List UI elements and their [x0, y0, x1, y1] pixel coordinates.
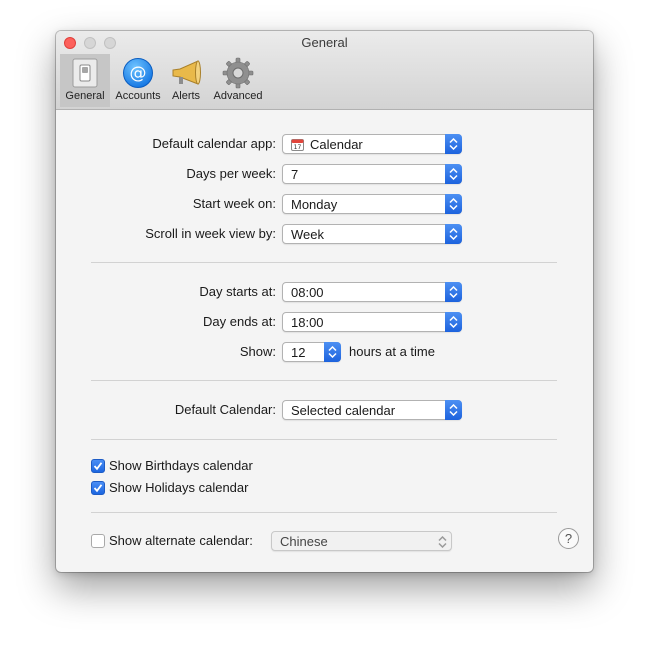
popup-stepper: [445, 282, 462, 302]
separator: [91, 380, 557, 381]
separator: [91, 439, 557, 440]
show-holidays-checkbox[interactable]: Show Holidays calendar: [91, 479, 291, 497]
alerts-megaphone-icon: [172, 60, 201, 85]
popup-stepper: [445, 194, 462, 214]
tab-alerts[interactable]: Alerts: [166, 54, 206, 107]
scroll-week-popup[interactable]: Week: [282, 224, 462, 244]
tab-alerts-label: Alerts: [171, 90, 201, 102]
checkmark-icon: [93, 462, 103, 471]
separator: [91, 512, 557, 513]
day-starts-popup[interactable]: 08:00: [282, 282, 462, 302]
tab-advanced[interactable]: Advanced: [209, 54, 267, 107]
separator: [91, 262, 557, 263]
day-starts-value: 08:00: [291, 285, 324, 300]
svg-text:@: @: [130, 64, 147, 84]
show-alternate-label: Show alternate calendar:: [109, 533, 253, 548]
start-week-label: Start week on:: [192, 196, 276, 211]
popup-stepper: [445, 164, 462, 184]
preferences-window: General General @ Accounts Alerts Advanc…: [56, 31, 593, 572]
toolbar: General General @ Accounts Alerts Advanc…: [56, 31, 593, 110]
days-per-week-popup[interactable]: 7: [282, 164, 462, 184]
up-down-arrows-icon: [449, 198, 458, 210]
checkmark-icon: [93, 484, 103, 493]
tab-advanced-label: Advanced: [213, 90, 263, 102]
up-down-arrows-icon: [449, 316, 458, 328]
up-down-arrows-icon: [438, 536, 447, 548]
default-calendar-app-label: Default calendar app:: [152, 136, 276, 151]
show-hours-suffix: hours at a time: [349, 344, 435, 359]
svg-text:17: 17: [294, 144, 302, 151]
show-holidays-label: Show Holidays calendar: [109, 480, 249, 495]
show-hours-label: Show:: [239, 344, 276, 359]
day-ends-popup[interactable]: 18:00: [282, 312, 462, 332]
day-starts-label: Day starts at:: [199, 284, 276, 299]
advanced-gear-icon: [222, 57, 254, 89]
tab-general[interactable]: General: [60, 54, 110, 107]
alternate-calendar-value: Chinese: [280, 534, 328, 549]
checkbox-unchecked[interactable]: [91, 534, 105, 548]
scroll-week-label: Scroll in week view by:: [145, 226, 276, 241]
tab-accounts-label: Accounts: [115, 90, 161, 102]
day-ends-label: Day ends at:: [203, 314, 276, 329]
default-calendar-app-popup[interactable]: 17 Calendar: [282, 134, 462, 154]
popup-stepper: [445, 400, 462, 420]
help-button[interactable]: ?: [558, 528, 579, 549]
show-birthdays-checkbox[interactable]: Show Birthdays calendar: [91, 457, 291, 475]
days-per-week-value: 7: [291, 167, 299, 182]
tab-accounts[interactable]: @ Accounts: [112, 54, 164, 107]
show-alternate-checkbox[interactable]: Show alternate calendar:: [91, 532, 266, 550]
up-down-arrows-icon: [449, 404, 458, 416]
window-title: General: [301, 35, 348, 50]
day-ends-value: 18:00: [291, 315, 324, 330]
show-birthdays-label: Show Birthdays calendar: [109, 458, 253, 473]
start-week-value: Monday: [291, 197, 338, 212]
up-down-arrows-icon: [328, 346, 337, 358]
up-down-arrows-icon: [449, 138, 458, 150]
show-hours-value: 12: [291, 345, 306, 360]
default-calendar-app-value: 17 Calendar: [291, 137, 363, 152]
up-down-arrows-icon: [449, 228, 458, 240]
show-hours-popup[interactable]: 12: [282, 342, 341, 362]
default-calendar-app-text: Calendar: [310, 137, 363, 152]
popup-stepper: [324, 342, 341, 362]
up-down-arrows-icon: [449, 168, 458, 180]
popup-stepper: [445, 312, 462, 332]
tab-general-label: General: [65, 90, 105, 102]
days-per-week-label: Days per week:: [186, 166, 276, 181]
general-switch-icon: [72, 58, 98, 88]
checkbox-checked[interactable]: [91, 481, 105, 495]
default-calendar-value: Selected calendar: [291, 403, 396, 418]
alternate-calendar-popup[interactable]: Chinese: [271, 531, 452, 551]
checkbox-checked[interactable]: [91, 459, 105, 473]
accounts-at-icon: @: [123, 58, 153, 88]
up-down-arrows-icon: [449, 286, 458, 298]
popup-stepper: [445, 224, 462, 244]
start-week-popup[interactable]: Monday: [282, 194, 462, 214]
default-calendar-popup[interactable]: Selected calendar: [282, 400, 462, 420]
popup-stepper: [445, 134, 462, 154]
scroll-week-value: Week: [291, 227, 324, 242]
calendar-icon: 17: [291, 139, 304, 151]
default-calendar-label: Default Calendar:: [174, 402, 276, 417]
